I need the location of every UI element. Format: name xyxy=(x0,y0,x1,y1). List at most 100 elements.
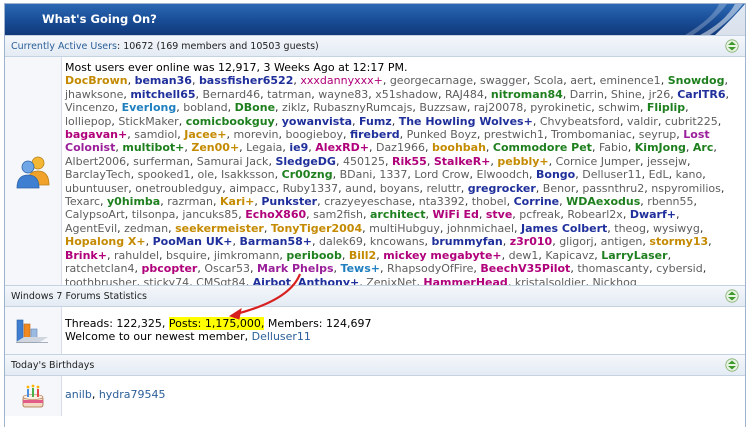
active-user-link[interactable]: BarclayTech xyxy=(65,168,131,181)
active-user-link[interactable]: StalkeR+ xyxy=(434,155,491,168)
active-user-link[interactable]: Corrine xyxy=(514,195,560,208)
active-user-link[interactable]: antigen xyxy=(601,235,643,248)
active-user-link[interactable]: rahuldel xyxy=(114,249,159,262)
active-user-link[interactable]: zedman xyxy=(124,222,168,235)
active-user-link[interactable]: kncowans xyxy=(370,235,425,248)
active-user-link[interactable]: CalypsoArt xyxy=(65,208,125,221)
active-user-link[interactable]: Punkster xyxy=(261,195,317,208)
active-user-link[interactable]: jancuks85 xyxy=(182,208,238,221)
active-user-link[interactable]: bsquire xyxy=(166,249,207,262)
active-user-link[interactable]: CarlTR6 xyxy=(677,88,725,101)
active-user-link[interactable]: StickMaker xyxy=(118,115,178,128)
active-user-link[interactable]: razrman xyxy=(167,195,213,208)
active-user-link[interactable]: Hopalong X+ xyxy=(65,235,146,248)
active-user-link[interactable]: brummyfan xyxy=(431,235,502,248)
active-user-link[interactable]: dew1 xyxy=(509,249,539,262)
active-user-link[interactable]: Benor xyxy=(543,182,576,195)
active-user-link[interactable]: jimkromann xyxy=(214,249,280,262)
active-user-link[interactable]: Lord Crow xyxy=(414,168,469,181)
active-user-link[interactable]: DBone xyxy=(235,101,275,114)
active-user-link[interactable]: LarryLaser xyxy=(601,249,667,262)
active-user-link[interactable]: jr26 xyxy=(649,88,671,101)
active-user-link[interactable]: Commodore Pet xyxy=(493,141,592,154)
active-user-link[interactable]: EchoX860 xyxy=(245,208,306,221)
active-user-link[interactable]: The Howling Wolves+ xyxy=(399,115,533,128)
active-user-link[interactable]: tatrman xyxy=(267,88,311,101)
active-user-link[interactable]: Ruby1337 xyxy=(283,182,339,195)
active-user-link[interactable]: z3r010 xyxy=(510,235,552,248)
active-user-link[interactable]: jessejw xyxy=(647,155,687,168)
active-user-link[interactable]: comicbookguy xyxy=(186,115,275,128)
active-user-link[interactable]: Darrin xyxy=(570,88,604,101)
active-user-link[interactable]: onetroubledguy xyxy=(135,182,222,195)
active-user-link[interactable]: Buzzsaw xyxy=(419,101,467,114)
collapse-toggle-icon[interactable] xyxy=(725,358,739,372)
active-user-link[interactable]: wysiwyg xyxy=(653,222,700,235)
active-user-link[interactable]: georgecarnage xyxy=(390,74,473,87)
active-user-link[interactable]: theog xyxy=(614,222,646,235)
active-user-link[interactable]: DocBrown xyxy=(65,74,128,87)
active-user-link[interactable]: BDani xyxy=(340,168,373,181)
active-user-link[interactable]: pbcopter xyxy=(142,262,198,275)
active-user-link[interactable]: AlexRD+ xyxy=(315,141,369,154)
active-user-link[interactable]: gligorj xyxy=(559,235,593,248)
collapse-toggle-icon[interactable] xyxy=(725,39,739,53)
active-user-link[interactable]: Fumz xyxy=(359,115,392,128)
active-user-link[interactable]: mickey megabyte+ xyxy=(383,249,501,262)
active-user-link[interactable]: ubuntuuser xyxy=(65,182,128,195)
active-user-link[interactable]: ie9 xyxy=(289,141,308,154)
active-user-link[interactable]: thomascanty xyxy=(577,262,649,275)
active-user-link[interactable]: 450125 xyxy=(343,155,385,168)
active-user-link[interactable]: mitchell65 xyxy=(130,88,195,101)
active-user-link[interactable]: beman36 xyxy=(135,74,192,87)
active-user-link[interactable]: Texarc xyxy=(65,195,100,208)
active-user-link[interactable]: dalek69 xyxy=(319,235,363,248)
active-user-link[interactable]: Punked Boyz xyxy=(407,128,477,141)
active-user-link[interactable]: Barman58+ xyxy=(240,235,312,248)
active-user-link[interactable]: aimpacc xyxy=(229,182,275,195)
newest-member-link[interactable]: Delluser11 xyxy=(252,330,311,343)
active-user-link[interactable]: multiHubguy xyxy=(369,222,440,235)
active-user-link[interactable]: sam2fish xyxy=(313,208,363,221)
active-user-link[interactable]: James Colbert xyxy=(521,222,607,235)
active-user-link[interactable]: Albert2006 xyxy=(65,155,126,168)
active-user-link[interactable]: Delluser11 xyxy=(582,168,641,181)
active-user-link[interactable]: schwim xyxy=(598,101,640,114)
active-user-link[interactable]: stve xyxy=(486,208,512,221)
active-user-link[interactable]: Vincenzo xyxy=(65,101,115,114)
active-user-link[interactable]: rbenn55 xyxy=(647,195,693,208)
active-user-link[interactable]: bobland xyxy=(183,101,227,114)
active-user-link[interactable]: spooked1 xyxy=(138,168,191,181)
active-user-link[interactable]: Tews+ xyxy=(341,262,380,275)
active-user-link[interactable]: johnmichael xyxy=(447,222,514,235)
birthday-member-link[interactable]: hydra79545 xyxy=(99,388,166,401)
active-user-link[interactable]: Bongo xyxy=(536,168,575,181)
active-user-link[interactable]: aert xyxy=(570,74,592,87)
active-user-link[interactable]: BeechV35Pilot xyxy=(480,262,570,275)
active-user-link[interactable]: RhapsodyOfFire xyxy=(387,262,473,275)
active-user-link[interactable]: EdL xyxy=(649,168,669,181)
active-user-link[interactable]: Dwarf+ xyxy=(630,208,676,221)
active-user-link[interactable]: x51shadow xyxy=(375,88,438,101)
active-user-link[interactable]: seyrup xyxy=(639,128,677,141)
active-user-link[interactable]: Rik55 xyxy=(392,155,427,168)
active-user-link[interactable]: ziklz xyxy=(282,101,306,114)
active-user-link[interactable]: WDAexodus xyxy=(566,195,640,208)
birthday-member-link[interactable]: anilb xyxy=(65,388,92,401)
active-user-link[interactable]: raj20078 xyxy=(474,101,523,114)
active-user-link[interactable]: Everlong xyxy=(122,101,177,114)
active-user-link[interactable]: bassfisher6522 xyxy=(199,74,293,87)
active-user-link[interactable]: KimJong xyxy=(635,141,686,154)
active-users-link[interactable]: Currently Active Users xyxy=(11,41,117,52)
active-user-link[interactable]: ole xyxy=(197,168,214,181)
active-user-link[interactable]: architect xyxy=(370,208,425,221)
active-user-link[interactable]: periboob xyxy=(286,249,341,262)
active-user-link[interactable]: Samurai Jack xyxy=(197,155,269,168)
active-user-link[interactable]: WiFi Ed xyxy=(432,208,478,221)
active-user-link[interactable]: nitroman84 xyxy=(491,88,563,101)
active-user-link[interactable]: y0himba xyxy=(107,195,160,208)
active-user-link[interactable]: RubasznyRumcajs xyxy=(313,101,412,114)
active-user-link[interactable]: swagger xyxy=(480,74,527,87)
active-user-link[interactable]: bagavan+ xyxy=(65,128,127,141)
active-user-link[interactable]: Cr00zng xyxy=(282,168,333,181)
